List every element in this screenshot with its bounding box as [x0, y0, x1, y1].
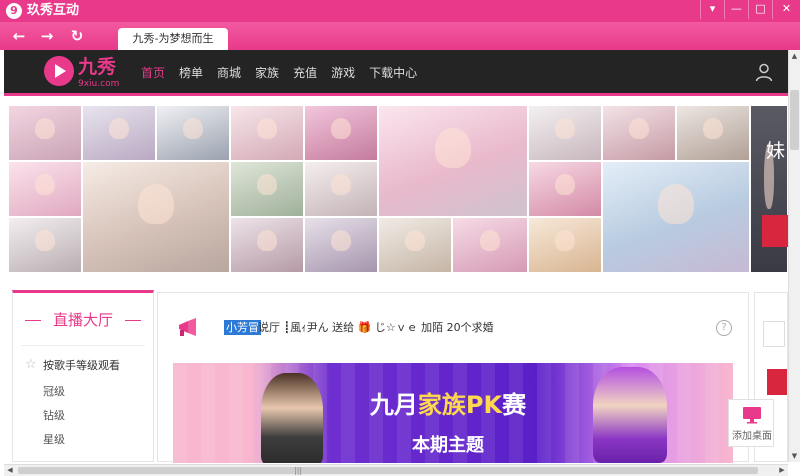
streamer-thumbnail[interactable] [82, 105, 156, 161]
streamer-thumbnail[interactable] [750, 105, 788, 273]
streamer-thumbnail[interactable] [8, 105, 82, 161]
streamer-thumbnail[interactable] [528, 105, 602, 161]
scroll-left-icon[interactable]: ◀ [4, 465, 16, 476]
add-to-desktop-label: 添加桌面 [732, 431, 772, 442]
horizontal-scrollbar[interactable]: ◀ ||| ▶ [4, 464, 788, 476]
streamer-thumbnail[interactable] [8, 217, 82, 273]
right-panel-box[interactable] [763, 321, 785, 347]
nav-store[interactable]: 商城 [217, 65, 241, 81]
close-button[interactable]: ✕ [772, 0, 800, 19]
notice-gift-text: じ☆ｖｅ 加陌 20个求婚 [371, 321, 494, 334]
sidebar-title: 直播大厅 [13, 311, 153, 329]
photo-wall-overlay-text: 妹 [766, 140, 786, 162]
streamer-thumbnail[interactable] [528, 161, 602, 217]
nav-downloads[interactable]: 下载中心 [369, 65, 417, 81]
vertical-scrollbar[interactable]: ▲ ▼ [788, 50, 800, 462]
photo-wall-red-button[interactable] [762, 215, 788, 247]
banner-title: 九月家族PK赛 [369, 391, 527, 419]
streamer-thumbnail[interactable] [676, 105, 750, 161]
back-arrow-icon[interactable]: ← [10, 27, 28, 45]
streamer-thumbnail[interactable] [230, 217, 304, 273]
scroll-grip-icon: ||| [294, 466, 303, 475]
streamer-thumbnail[interactable] [304, 105, 378, 161]
gift-notice-bar: 小芳冒 说厅 ┋風ｨ尹ん 送给 🎁 じ☆ｖｅ 加陌 20个求婚 ? [172, 317, 738, 341]
banner-figure-right [593, 367, 667, 463]
window-title: 玖秀互动 [27, 3, 80, 18]
streamer-thumbnail-featured[interactable] [602, 161, 750, 273]
horizontal-scroll-thumb[interactable] [18, 467, 758, 474]
streamer-thumbnail[interactable] [304, 217, 378, 273]
streamer-thumbnail[interactable] [230, 105, 304, 161]
nav-recharge[interactable]: 充值 [293, 65, 317, 81]
family-pk-banner[interactable]: 九月家族PK赛 本期主题 [173, 363, 733, 463]
scroll-down-icon[interactable]: ▼ [789, 450, 800, 462]
title-bar: 9 玖秀互动 ▾ — □ ✕ [0, 0, 800, 22]
browser-toolbar: ← → ↻ 九秀-为梦想而生 [0, 22, 800, 50]
streamer-photo-wall [8, 105, 788, 273]
notice-text: 说厅 ┋風ｨ尹ん 送给 🎁 じ☆ｖｅ 加陌 20个求婚 [258, 321, 494, 335]
live-hall-sidebar: 直播大厅 ☆ 按歌手等级观看 冠级 钻级 星级 [12, 290, 154, 462]
gift-icon: 🎁 [357, 321, 372, 334]
site-brand[interactable]: 九秀 [78, 56, 116, 78]
scroll-right-icon[interactable]: ▶ [776, 465, 788, 476]
level-diamond[interactable]: 钻级 [43, 409, 65, 423]
vertical-scroll-thumb[interactable] [790, 90, 799, 150]
banner-figure-left [261, 373, 323, 463]
streamer-thumbnail[interactable] [452, 217, 528, 273]
banner-subtitle: 本期主题 [412, 435, 484, 456]
streamer-thumbnail[interactable] [528, 217, 602, 273]
sidebar-divider [21, 345, 145, 346]
streamer-thumbnail-featured[interactable] [378, 105, 528, 217]
app-logo-icon: 9 [6, 3, 22, 19]
level-crown[interactable]: 冠级 [43, 385, 65, 399]
megaphone-icon [179, 318, 196, 336]
window-menu-button[interactable]: ▾ [700, 0, 724, 19]
add-to-desktop-button[interactable]: 添加桌面 [728, 399, 774, 447]
nav-home[interactable]: 首页 [141, 65, 165, 81]
forward-arrow-icon[interactable]: → [38, 27, 56, 45]
scroll-up-icon[interactable]: ▲ [789, 50, 800, 62]
streamer-thumbnail[interactable] [378, 217, 452, 273]
refresh-icon[interactable]: ↻ [68, 27, 86, 45]
nav-games[interactable]: 游戏 [331, 65, 355, 81]
tab-main[interactable]: 九秀-为梦想而生 [118, 28, 228, 50]
star-icon: ☆ [25, 357, 37, 372]
user-icon[interactable] [754, 62, 774, 82]
notice-sender-name[interactable]: 小芳冒 [224, 320, 261, 335]
play-logo-icon[interactable] [44, 56, 74, 86]
streamer-thumbnail[interactable] [230, 161, 304, 217]
streamer-thumbnail[interactable] [8, 161, 82, 217]
streamer-thumbnail-featured[interactable] [82, 161, 230, 273]
streamer-thumbnail[interactable] [304, 161, 378, 217]
right-panel-red-button[interactable] [767, 369, 787, 395]
site-nav: 首页 榜单 商城 家族 充值 游戏 下载中心 [141, 65, 417, 81]
site-header: 九秀 9xiu.com 首页 榜单 商城 家族 充值 游戏 下载中心 [4, 50, 788, 96]
sort-by-level-label: 按歌手等级观看 [43, 359, 120, 372]
help-icon[interactable]: ? [716, 320, 732, 336]
main-content-panel: 小芳冒 说厅 ┋風ｨ尹ん 送给 🎁 じ☆ｖｅ 加陌 20个求婚 ? 九月家族PK… [157, 292, 749, 463]
monitor-icon [743, 407, 761, 424]
level-star[interactable]: 星级 [43, 433, 65, 447]
streamer-thumbnail[interactable] [602, 105, 676, 161]
streamer-thumbnail[interactable] [156, 105, 230, 161]
minimize-button[interactable]: — [724, 0, 748, 19]
maximize-button[interactable]: □ [748, 0, 772, 19]
site-url: 9xiu.com [78, 79, 120, 89]
notice-message: 说厅 ┋風ｨ尹ん 送给 [258, 321, 358, 334]
nav-rankings[interactable]: 榜单 [179, 65, 203, 81]
window-controls: ▾ — □ ✕ [700, 0, 800, 20]
nav-family[interactable]: 家族 [255, 65, 279, 81]
